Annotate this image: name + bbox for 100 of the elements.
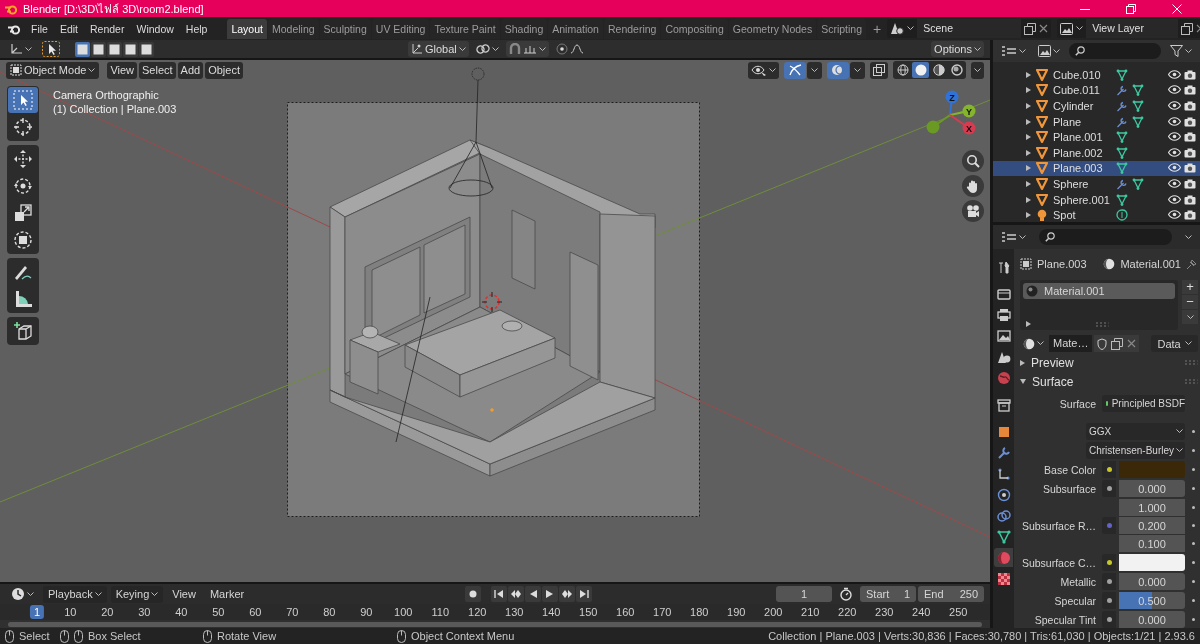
- frame-number: 40: [174, 605, 189, 619]
- object-name: Cube.011: [1053, 84, 1101, 97]
- datablock-field[interactable]: Mate…: [1049, 335, 1093, 353]
- object-name: Spot: [1053, 209, 1077, 222]
- object-name: Plane.003: [1037, 257, 1087, 270]
- frame-number: 170: [652, 605, 673, 619]
- property-label: Specular Tint: [1033, 613, 1097, 626]
- menu-item[interactable]: Render: [84, 22, 131, 35]
- frame-number: 160: [615, 605, 636, 619]
- menu-item[interactable]: Edit: [53, 22, 84, 35]
- window-title: Blender [D:\3D\ไฟล์ 3D\room2.blend]: [23, 1, 204, 17]
- link-dropdown[interactable]: Data: [1151, 335, 1198, 353]
- menu-button[interactable]: View: [167, 585, 201, 603]
- add-slot-button[interactable]: +: [1182, 280, 1198, 295]
- menu-button[interactable]: Add: [177, 61, 204, 79]
- outliner-row[interactable]: Plane: [993, 113, 1200, 130]
- frame-number: 150: [578, 605, 599, 619]
- object-name: Cylinder: [1053, 100, 1095, 112]
- mode-dropdown[interactable]: Object Mode: [6, 61, 100, 79]
- frame-number: 60: [248, 605, 263, 619]
- orientation-dropdown[interactable]: Global: [408, 41, 469, 57]
- gizmo-axis[interactable]: X: [949, 114, 976, 135]
- add-workspace-button[interactable]: +: [867, 20, 888, 37]
- frame-number: 230: [874, 605, 895, 619]
- frame-number: 210: [800, 605, 821, 619]
- frame-number: 90: [359, 605, 374, 619]
- hint-text: Rotate View: [217, 630, 277, 642]
- panel-header[interactable]: Preview: [1020, 353, 1198, 372]
- material-name: Material.001: [1120, 257, 1181, 270]
- object-name: Plane.001: [1053, 131, 1104, 144]
- hint-text: Object Context Menu: [411, 630, 515, 642]
- outliner-row[interactable]: Spot: [993, 207, 1200, 222]
- view-layer-selector[interactable]: View Layer: [1057, 19, 1200, 38]
- panel-header[interactable]: Surface: [1020, 372, 1198, 391]
- viewport-info-text: (1) Collection | Plane.003: [53, 102, 177, 116]
- outliner-row[interactable]: Cylinder: [993, 98, 1200, 114]
- frame-number: 20: [100, 605, 115, 619]
- object-name: Sphere.001: [1053, 193, 1111, 206]
- outliner-row[interactable]: Cube.011: [993, 82, 1200, 99]
- frame-number: 140: [541, 605, 562, 619]
- property-label: Subsurface: [1041, 482, 1097, 495]
- frame-number: 130: [504, 605, 525, 619]
- menu-button[interactable]: View: [107, 61, 138, 79]
- outliner-row[interactable]: Sphere: [993, 176, 1200, 192]
- hint-text: Box Select: [88, 630, 141, 642]
- hint-text: Select: [19, 630, 50, 642]
- value-slider[interactable]: 0.000: [1119, 611, 1185, 628]
- menu-button[interactable]: Keying: [110, 585, 164, 603]
- property-label: Specular: [1053, 594, 1097, 607]
- frame-number: 120: [467, 605, 488, 619]
- property-label: Surface: [1058, 397, 1097, 410]
- menu-button[interactable]: Select: [139, 61, 176, 79]
- dropdown[interactable]: Christensen-Burley: [1086, 442, 1185, 459]
- view-layer-field[interactable]: View Layer: [1086, 19, 1179, 38]
- menu-button[interactable]: Marker: [204, 585, 250, 603]
- number-field[interactable]: 0.200: [1119, 517, 1185, 534]
- frame-number: 190: [726, 605, 747, 619]
- object-name: Plane.003: [1053, 162, 1104, 175]
- object-name: Plane: [1053, 115, 1083, 128]
- options-dropdown[interactable]: Options: [931, 41, 984, 57]
- workspace-tab[interactable]: Layout: [227, 18, 267, 39]
- material-slot[interactable]: Material.001: [1023, 283, 1175, 300]
- frame-number: 180: [689, 605, 710, 619]
- value-slider[interactable]: 0.000: [1119, 480, 1185, 497]
- frame-number: 250: [948, 605, 969, 619]
- value-slider[interactable]: 0.500: [1119, 592, 1185, 609]
- object-name: Sphere: [1053, 177, 1090, 190]
- scene-statistics: Collection | Plane.003 | Verts:30,836 | Faces:30,780 | Tris:61,030 | Objects:1/21 | 2.93.6: [768, 630, 1195, 642]
- dropdown[interactable]: GGX: [1086, 423, 1185, 440]
- start-frame-field[interactable]: Start 1: [860, 586, 916, 602]
- number-field[interactable]: 0.100: [1119, 535, 1185, 552]
- object-name: Cube.010: [1053, 68, 1102, 81]
- menu-item[interactable]: Help: [179, 22, 214, 35]
- value-slider[interactable]: 0.000: [1119, 573, 1185, 590]
- property-label: Subsurface C…: [1020, 556, 1097, 569]
- menu-button[interactable]: Playback: [43, 585, 107, 603]
- frame-number: 50: [211, 605, 226, 619]
- menu-item[interactable]: File: [25, 22, 54, 35]
- frame-number: 110: [430, 605, 451, 619]
- current-frame-field[interactable]: 1: [776, 586, 832, 602]
- menu-button[interactable]: Object: [205, 61, 243, 79]
- scene-selector[interactable]: Scene: [887, 19, 1052, 38]
- frame-number: 80: [322, 605, 337, 619]
- frame-number: 240: [911, 605, 932, 619]
- end-frame-field[interactable]: End 250: [918, 586, 984, 602]
- outliner-row[interactable]: Plane.002: [993, 144, 1200, 161]
- current-frame-marker[interactable]: 1: [29, 605, 45, 619]
- viewport-info-text: Camera Orthographic: [53, 88, 160, 102]
- outliner-row[interactable]: Cube.010: [993, 67, 1200, 83]
- remove-slot-button[interactable]: −: [1182, 295, 1198, 310]
- number-field[interactable]: 1.000: [1119, 499, 1185, 516]
- outliner-row[interactable]: Plane.003: [993, 160, 1200, 177]
- scene-field[interactable]: Scene: [917, 19, 1022, 38]
- outliner-row[interactable]: Sphere.001: [993, 191, 1200, 208]
- menu-item[interactable]: Window: [130, 22, 180, 35]
- frame-number: 30: [137, 605, 152, 619]
- shader-link-field[interactable]: Principled BSDF: [1102, 395, 1185, 412]
- frame-number: 100: [393, 605, 414, 619]
- property-label: Base Color: [1043, 463, 1097, 476]
- outliner-row[interactable]: Plane.001: [993, 129, 1200, 145]
